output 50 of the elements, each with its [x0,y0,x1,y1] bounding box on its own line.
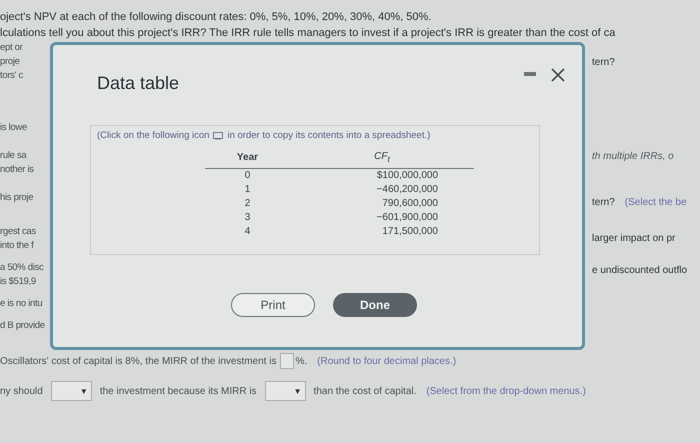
question-text: than the cost of capital. [314,386,416,396]
question-text: is lowe [0,121,27,135]
question-text: oject's NPV at each of the following discount rates: 0%, 5%, 10%, 20%, 30%, 40%, 50%. [0,10,432,25]
dropdown[interactable]: ▼ [264,381,306,401]
table-cell-text: 2 [244,197,252,211]
table-cell-text: 3 [244,211,252,225]
print-button[interactable]: Print [231,293,315,317]
instruction-text: in order to copy its contents into a spreadsheet.) [227,130,430,141]
instruction-text: (Click on the following icon [97,130,210,141]
question-text: tern? [592,56,615,70]
question-text: rgest cas [0,225,36,239]
table-cell-text: −601,900,000 [376,211,439,225]
question-text: nother is [0,163,34,177]
hint-text: (Select from the drop-down menus.) [426,386,586,396]
table-cell-text: 1 [244,183,252,197]
hint-text: (Select the be [624,196,687,210]
question-text: e undiscounted outflo [592,264,688,278]
question-text: a 50% disc [0,261,44,275]
done-button[interactable]: Done [333,293,417,317]
column-header: Year [205,149,290,168]
hint-text: (Round to four decimal places.) [317,356,456,366]
table-cell-text: −460,200,000 [376,183,439,197]
copy-icon[interactable] [213,132,224,140]
percent-text: %. [295,356,308,366]
question-text: tors' c [0,69,23,83]
table-cell: $100,000,000 [290,168,474,183]
question-text: the investment because its MIRR is [100,386,257,396]
question-text: lculations tell you about this project's IRR? The IRR rule tells managers to invest if a project's IRR is greater than the cost of ca [0,26,616,41]
question-text: rule sa [0,149,26,163]
dropdown[interactable]: ▼ [50,381,92,401]
question-text: th multiple IRRs, o [592,150,674,164]
question-text: ny should [0,386,43,396]
question-text: d B provide [0,319,45,333]
close-icon[interactable] [550,67,566,83]
question-text: into the f [0,239,34,253]
dialog-title: Data table [97,73,180,94]
question-text: his proje [0,191,34,205]
question-text: larger impact on pr [592,232,676,246]
table-cell-text: 171,500,000 [381,225,439,239]
question-text: e is no intu [0,297,42,311]
column-header: CF$_{t}$ [290,149,474,168]
table-cell-text: 4 [244,225,252,239]
answer-box[interactable] [280,353,294,369]
question-text: ept or [0,41,22,55]
table-cell-text: 790,600,000 [381,197,439,211]
question-text: is $519,9 [0,275,36,289]
table-cell: 0 [205,168,290,183]
question-text: tern? [592,196,615,210]
question-text: proje [0,55,20,69]
question-text: Oscillators' cost of capital is 8%, the MIRR of the investment is [0,356,276,366]
